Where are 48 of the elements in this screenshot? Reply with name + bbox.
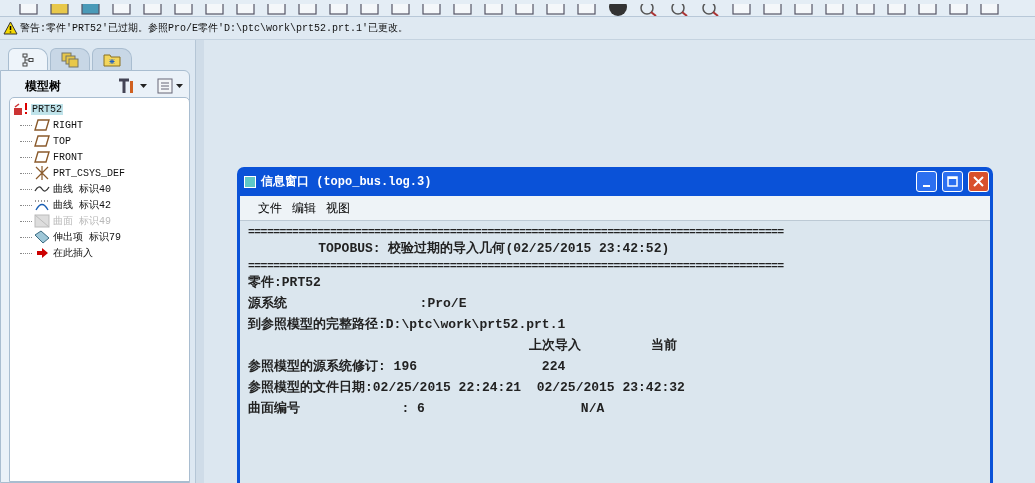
log-heading: TOPOBUS: 校验过期的导入几何(02/25/2015 23:42:52) bbox=[317, 240, 671, 258]
maximize-icon bbox=[947, 176, 958, 187]
tree-item[interactable]: TOP bbox=[52, 135, 72, 147]
caret-icon bbox=[176, 84, 183, 88]
panel-tab[interactable] bbox=[50, 48, 90, 70]
panel-tab[interactable] bbox=[92, 48, 132, 70]
warning-icon bbox=[3, 21, 18, 35]
arrow-icon bbox=[34, 247, 50, 259]
menu-item[interactable]: 文件 bbox=[258, 199, 282, 217]
tree-item[interactable]: 曲线 标识40 bbox=[52, 182, 112, 196]
curve-icon bbox=[34, 199, 50, 211]
curve-icon bbox=[34, 183, 50, 195]
part-icon bbox=[13, 102, 29, 116]
tree-item[interactable]: 曲线 标识42 bbox=[52, 198, 112, 212]
panel-tab[interactable] bbox=[8, 48, 48, 70]
tree-item[interactable]: RIGHT bbox=[52, 119, 84, 131]
minimize-button[interactable] bbox=[916, 171, 937, 192]
close-button[interactable] bbox=[968, 171, 989, 192]
log-line: 零件:PRT52 bbox=[248, 274, 322, 292]
tree-item[interactable]: 在此插入 bbox=[52, 246, 94, 260]
log-line: 上次导入 当前 bbox=[527, 337, 679, 355]
tree-item[interactable]: 伸出项 标识79 bbox=[52, 230, 122, 244]
log-line: 参照模型的源系统修订: 196 224 bbox=[248, 358, 567, 376]
separator-line: ===================================================================================== bbox=[248, 259, 785, 272]
close-icon bbox=[973, 176, 984, 187]
separator-line: ===================================================================================== bbox=[248, 225, 785, 238]
tree-item[interactable]: PRT_CSYS_DEF bbox=[52, 167, 126, 179]
window-title: 信息窗口 (topo_bus.log.3) bbox=[261, 173, 433, 190]
extrude-icon bbox=[34, 230, 50, 244]
menu-item[interactable]: 编辑 bbox=[292, 199, 316, 217]
tree-item[interactable]: PRT52 bbox=[31, 103, 63, 115]
tree-icon bbox=[22, 52, 34, 67]
caret-icon bbox=[140, 84, 147, 88]
log-line: 到参照模型的完整路径:D:\ptc\work\prt52.prt.1 bbox=[248, 315, 567, 334]
window-icon bbox=[244, 175, 256, 188]
display-button[interactable] bbox=[157, 78, 183, 94]
log-line: 曲面编号 : 6 N/A bbox=[248, 400, 606, 418]
panel-title: 模型树 bbox=[25, 77, 62, 95]
minimize-icon bbox=[923, 184, 930, 187]
surface-icon bbox=[34, 214, 50, 228]
log-line: 源系统 :Pro/E bbox=[248, 295, 468, 313]
menu-item[interactable]: 视图 bbox=[326, 199, 350, 217]
tools-button[interactable] bbox=[117, 78, 147, 94]
axes-icon bbox=[34, 166, 50, 180]
log-line: 参照模型的文件日期:02/25/2015 22:24:21 02/25/2015 23:42:32 bbox=[248, 379, 686, 397]
tree-item[interactable]: FRONT bbox=[52, 151, 84, 163]
maximize-button[interactable] bbox=[942, 171, 963, 192]
warning-message: 警告:零件'PRT52'已过期。参照Pro/E零件'D:\ptc\work\prt52.prt.1'已更改。 bbox=[20, 21, 409, 35]
